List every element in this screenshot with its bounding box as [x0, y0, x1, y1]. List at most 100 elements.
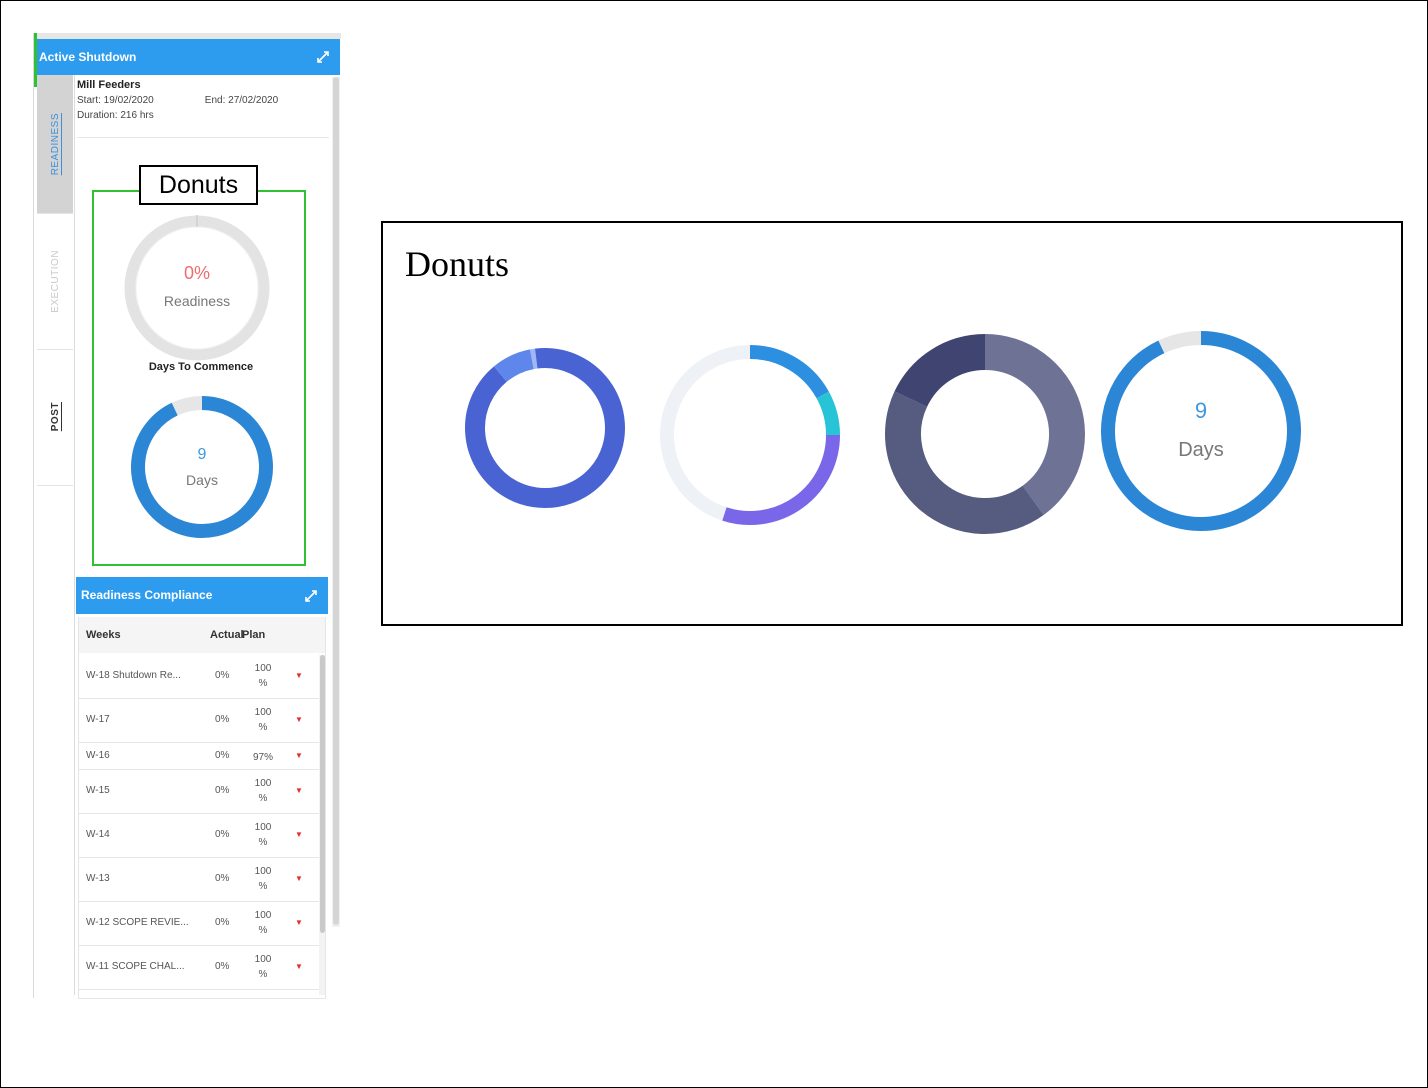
table-row[interactable]: W-12 SCOPE REVIE... 0% 100% ▼	[79, 901, 319, 946]
row-plan-value: 100	[254, 954, 272, 965]
days-donut-segment-2	[171, 396, 203, 416]
table-header: Weeks Actual Plan	[79, 617, 325, 653]
days-donut-segment-1	[131, 396, 273, 538]
donut-1-segment-4	[534, 348, 546, 369]
row-plan-value: 100	[254, 822, 272, 833]
donut-1	[465, 348, 625, 508]
row-plan-value: 100	[254, 778, 272, 789]
panel-header: Active Shutdown	[34, 39, 340, 75]
donut-3-segment-1	[984, 334, 1085, 515]
table-row[interactable]: W-14 0% 100% ▼	[79, 813, 319, 858]
row-plan: 100%	[251, 776, 275, 806]
panel-header-title: Active Shutdown	[39, 50, 137, 64]
row-week: W-13	[86, 873, 110, 884]
donut-2-segment-4	[660, 345, 751, 521]
donut-2-segment-2	[816, 391, 840, 436]
donut-4-ring	[1101, 331, 1301, 531]
donut-4: 9 Days	[1101, 331, 1301, 531]
row-plan-value: 100	[254, 866, 272, 877]
trend-down-icon: ▼	[295, 786, 303, 795]
vertical-tabs: READINESS EXECUTION POST	[37, 75, 75, 995]
table-scrollbar-thumb[interactable]	[320, 655, 325, 933]
trend-down-icon: ▼	[295, 671, 303, 680]
row-plan-value: 100	[254, 707, 272, 718]
donuts-callout-label: Donuts	[139, 165, 258, 205]
tab-post-label: POST	[49, 402, 61, 432]
row-actual: 0%	[215, 785, 230, 796]
trend-down-icon: ▼	[295, 750, 303, 760]
tab-readiness-label: READINESS	[49, 112, 61, 176]
shutdown-duration: Duration: 216 hrs	[77, 110, 154, 121]
column-plan[interactable]: Plan	[242, 629, 265, 641]
readiness-value: 0%	[184, 263, 210, 283]
row-plan: 100%	[251, 705, 275, 735]
donut-3-segment-2	[885, 391, 1044, 534]
shutdown-start: Start: 19/02/2020	[77, 95, 154, 106]
row-plan: 100%	[251, 820, 275, 850]
row-week: W-11 SCOPE CHAL...	[86, 961, 185, 972]
table-row[interactable]: W-18 Shutdown Re... 0% 100% ▼	[79, 654, 319, 699]
trend-down-icon: ▼	[295, 918, 303, 927]
row-plan-value: 97%	[252, 751, 273, 763]
row-week: W-16	[86, 749, 110, 761]
column-weeks[interactable]: Weeks	[86, 629, 121, 641]
tab-execution-label: EXECUTION	[49, 249, 61, 313]
donut-3-segment-3	[894, 334, 986, 408]
readiness-compliance-title: Readiness Compliance	[81, 588, 213, 602]
row-plan: 100%	[251, 864, 275, 894]
row-week: W-12 SCOPE REVIE...	[86, 917, 189, 928]
row-plan-unit: %	[258, 793, 268, 804]
table-row[interactable]: W-17 0% 100% ▼	[79, 698, 319, 743]
shutdown-name: Mill Feeders	[77, 79, 141, 91]
donut-1-segment-2	[494, 349, 535, 383]
readiness-donut: 0% Readiness	[124, 215, 270, 361]
readiness-label: Readiness	[164, 293, 230, 309]
table-row[interactable]: W-16 0% 97% ▼	[79, 742, 319, 770]
donuts-showcase-title: Donuts	[405, 244, 510, 284]
row-plan: 100%	[251, 952, 275, 982]
shutdown-info: Mill Feeders Start: 19/02/2020 End: 27/0…	[77, 79, 329, 138]
row-actual: 0%	[215, 961, 230, 972]
row-plan-unit: %	[258, 678, 268, 689]
row-plan-value: 100	[254, 663, 272, 674]
donut-1-segment-3	[530, 348, 538, 370]
row-actual: 0%	[215, 873, 230, 884]
tab-execution[interactable]: EXECUTION	[37, 213, 73, 350]
tab-readiness[interactable]: READINESS	[37, 75, 73, 214]
donut-1-segment-1	[465, 348, 625, 508]
readiness-compliance-card: Readiness Compliance Weeks Actual Plan W…	[76, 577, 328, 999]
days-value: 9	[198, 446, 207, 463]
row-plan-unit: %	[258, 722, 268, 733]
donut-3	[885, 334, 1085, 534]
expand-icon[interactable]	[316, 50, 330, 64]
row-plan-unit: %	[258, 881, 268, 892]
donut-2-segment-3	[722, 434, 840, 525]
table-row[interactable]: W-11 SCOPE CHAL... 0% 100% ▼	[79, 945, 319, 990]
row-week: W-15	[86, 785, 110, 796]
row-actual: 0%	[215, 670, 230, 681]
days-donut-ring	[131, 396, 273, 538]
readiness-compliance-header: Readiness Compliance	[76, 577, 328, 614]
panel-scrollbar-thumb[interactable]	[333, 77, 339, 925]
donut-4-segment-1	[1101, 331, 1301, 531]
trend-down-icon: ▼	[295, 874, 303, 883]
shutdown-end: End: 27/02/2020	[204, 95, 279, 106]
row-actual: 0%	[215, 749, 230, 761]
table-row[interactable]: W-15 0% 100% ▼	[79, 769, 319, 814]
column-actual[interactable]: Actual	[210, 629, 244, 641]
trend-down-icon: ▼	[295, 962, 303, 971]
days-label: Days	[186, 472, 218, 488]
row-actual: 0%	[215, 714, 230, 725]
row-plan-unit: %	[258, 837, 268, 848]
tab-post[interactable]: POST	[37, 349, 73, 486]
donut-1-ring	[465, 348, 625, 508]
days-to-commence-title: Days To Commence	[148, 361, 254, 373]
row-week: W-18 Shutdown Re...	[86, 670, 181, 681]
days-donut: 9 Days	[131, 396, 273, 538]
readiness-compliance-table: Weeks Actual Plan W-18 Shutdown Re... 0% 1…	[78, 617, 326, 999]
row-week: W-14	[86, 829, 110, 840]
table-row[interactable]: W-13 0% 100% ▼	[79, 857, 319, 902]
donut-3-ring	[885, 334, 1085, 534]
row-plan-unit: %	[258, 969, 268, 980]
expand-icon[interactable]	[304, 589, 318, 603]
